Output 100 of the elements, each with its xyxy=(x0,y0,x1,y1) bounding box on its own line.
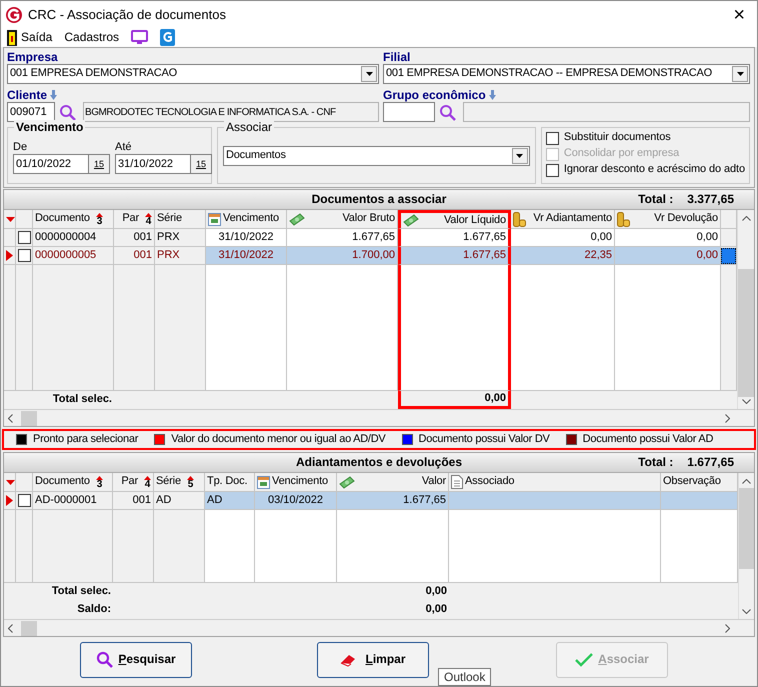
total-label: Total : xyxy=(638,192,674,207)
checkbox[interactable] xyxy=(18,249,30,262)
window-title: CRC - Associação de documentos xyxy=(28,6,226,22)
table-cell: 03/10/2022 xyxy=(255,492,337,510)
table-cell: AD xyxy=(154,492,205,510)
checkbox[interactable] xyxy=(18,494,30,507)
table-cell: AD-0000001 xyxy=(33,492,113,510)
horizontal-scrollbar[interactable] xyxy=(4,619,754,636)
dropdown[interactable]: 001 EMPRESA DEMONSTRACAO -- EMPRESA DEMONSTRACAO xyxy=(383,64,750,84)
action-button: Associar xyxy=(556,642,668,678)
checkbox[interactable] xyxy=(18,231,30,244)
close-button[interactable]: × xyxy=(729,4,749,24)
table-cell: 22,35 xyxy=(511,247,615,265)
total-label: Saldo: xyxy=(76,602,112,618)
column-header[interactable]: Vencimento xyxy=(206,210,287,229)
down-arrow-icon xyxy=(488,90,496,100)
total-label: Total selec. xyxy=(50,584,112,600)
column-header[interactable]: Documento 3 xyxy=(33,210,114,229)
vertical-scrollbar[interactable] xyxy=(738,473,754,619)
column-header[interactable]: Série 5 xyxy=(154,473,205,492)
column-header[interactable]: Vr Adiantamento xyxy=(511,210,615,229)
sort-index: 4 xyxy=(144,480,150,488)
column-label: Vencimento xyxy=(223,212,279,226)
column-header[interactable]: Par 4 xyxy=(113,473,154,492)
sort-arrow-icon xyxy=(96,212,103,216)
sort-arrow-icon xyxy=(186,476,194,480)
column-label: Valor xyxy=(422,475,446,489)
vertical-scrollbar[interactable] xyxy=(737,210,754,409)
column-header[interactable]: Tp. Doc. xyxy=(205,473,255,492)
table-cell: 31/10/2022 xyxy=(206,229,287,247)
column-label: Par xyxy=(122,212,139,226)
checkbox[interactable] xyxy=(546,132,559,144)
document-icon xyxy=(451,475,463,489)
checkbox-label: Consolidar por empresa xyxy=(564,147,680,161)
column-label: Valor Bruto xyxy=(342,212,395,226)
column-header[interactable]: Valor Líquido xyxy=(398,210,511,229)
column-header[interactable]: Valor Bruto xyxy=(287,210,398,229)
calendar-button[interactable]: 15 xyxy=(190,154,212,174)
input-field[interactable] xyxy=(463,102,750,122)
column-header[interactable] xyxy=(4,210,16,229)
column-header[interactable] xyxy=(4,473,16,492)
total-value: 3.377,65 xyxy=(687,192,734,207)
field-label: Até xyxy=(115,141,133,154)
table-cell: 0,00 xyxy=(511,229,615,247)
column-label: Documento xyxy=(35,475,90,489)
column-header[interactable]: Par 4 xyxy=(114,210,155,229)
column-label: Série xyxy=(156,475,181,489)
input-field[interactable]: BGMRODOTEC TECNOLOGIA E INFORMATICA S.A. - CNF xyxy=(83,102,379,122)
sort-arrow-icon xyxy=(145,212,152,216)
action-button[interactable]: Pesquisar xyxy=(80,642,192,678)
sort-index: 5 xyxy=(188,480,194,488)
exit-menu-item[interactable]: Saída xyxy=(5,28,58,47)
calendar-icon xyxy=(257,476,270,488)
field-label: Filial xyxy=(383,50,410,64)
action-button[interactable]: Limpar xyxy=(317,642,429,678)
dropdown[interactable]: 001 EMPRESA DEMONSTRACAO xyxy=(7,64,379,84)
caret-icon xyxy=(366,72,372,76)
scrollbar-thumb[interactable] xyxy=(739,488,754,569)
calendar-button[interactable]: 15 xyxy=(88,154,110,174)
column-label: Série xyxy=(157,212,182,226)
total-value: 0,00 xyxy=(424,602,448,618)
banknote-icon xyxy=(403,214,419,227)
legend-label: Documento possui Valor DV xyxy=(418,432,550,446)
date-field[interactable]: 01/10/2022 xyxy=(13,154,88,174)
banknote-icon xyxy=(289,212,305,226)
scrollbar-thumb[interactable] xyxy=(21,620,37,636)
group-title: Associar xyxy=(224,120,274,134)
input-field[interactable] xyxy=(383,102,435,122)
search-icon[interactable] xyxy=(439,104,456,120)
table-cell: 001 xyxy=(114,247,155,265)
scrollbar-thumb[interactable] xyxy=(21,410,37,426)
column-header[interactable]: Observação xyxy=(661,473,738,492)
date-field[interactable]: 31/10/2022 xyxy=(115,154,190,174)
grid-title: Documentos a associar xyxy=(312,192,446,207)
table-cell: 1.677,65 xyxy=(287,229,398,247)
scrollbar-thumb[interactable] xyxy=(738,269,754,397)
menu-item[interactable]: Cadastros xyxy=(62,28,126,47)
column-label: Tp. Doc. xyxy=(207,475,248,489)
field-label: Cliente xyxy=(7,88,48,102)
legend-label: Pronto para selecionar xyxy=(33,432,138,446)
horizontal-scrollbar[interactable] xyxy=(4,409,754,426)
column-header[interactable]: Série xyxy=(155,210,206,229)
search-icon[interactable] xyxy=(59,104,76,120)
caret-icon xyxy=(736,72,744,76)
column-header[interactable]: Vr Devolução xyxy=(615,210,721,229)
checkbox[interactable] xyxy=(546,164,559,176)
field-label: Grupo econômico xyxy=(383,88,486,102)
checkbox-label: Substituir documentos xyxy=(564,131,671,145)
search-icon xyxy=(96,651,114,668)
column-header[interactable]: Associado xyxy=(449,473,661,492)
column-header[interactable]: Documento 3 xyxy=(33,473,113,492)
dropdown-arrow-icon[interactable] xyxy=(6,480,15,484)
door-icon xyxy=(7,30,17,46)
table-cell: 0,00 xyxy=(615,247,721,265)
table-cell: 001 xyxy=(114,229,155,247)
dropdown-arrow-icon[interactable] xyxy=(6,216,15,222)
input-field[interactable]: 009071 xyxy=(7,102,55,122)
dropdown[interactable]: Documentos xyxy=(223,146,530,166)
column-header[interactable]: Valor xyxy=(337,473,449,492)
column-header[interactable]: Vencimento xyxy=(255,473,337,492)
